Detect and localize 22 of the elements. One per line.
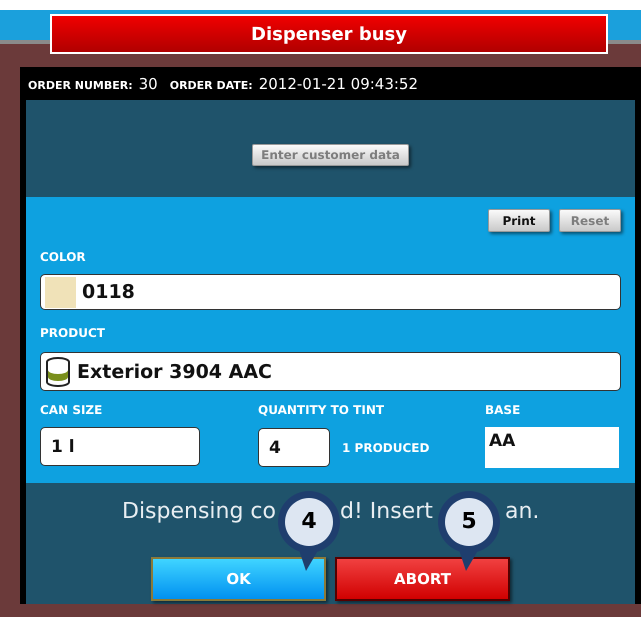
dialog-title: Dispenser busy xyxy=(50,14,608,54)
status-message: d! Insert xyxy=(340,499,433,524)
status-message: Dispensing co xyxy=(122,499,276,524)
order-date-label: ORDER DATE: xyxy=(170,79,253,92)
quantity-field[interactable]: 4 xyxy=(258,428,330,467)
product-field[interactable]: Exterior 3904 AAC xyxy=(40,352,621,391)
print-button[interactable]: Print xyxy=(488,209,550,232)
base-field[interactable]: AA xyxy=(485,427,619,468)
paint-can-icon xyxy=(45,356,71,388)
order-number-label: ORDER NUMBER: xyxy=(28,79,133,92)
color-label: COLOR xyxy=(40,250,86,264)
abort-button[interactable]: ABORT xyxy=(335,557,510,601)
base-label: BASE xyxy=(485,403,522,417)
order-date: 2012-01-21 09:43:52 xyxy=(258,75,418,93)
product-label: PRODUCT xyxy=(40,326,105,340)
color-field[interactable]: 0118 xyxy=(40,274,621,310)
produced-count: 1 PRODUCED xyxy=(342,440,430,454)
can-size-label: CAN SIZE xyxy=(40,403,104,417)
order-number: 30 xyxy=(138,75,158,93)
quantity-label: QUANTITY TO TINT xyxy=(258,403,386,417)
status-message: an. xyxy=(505,499,540,524)
can-size-field[interactable]: 1 l xyxy=(40,427,200,466)
